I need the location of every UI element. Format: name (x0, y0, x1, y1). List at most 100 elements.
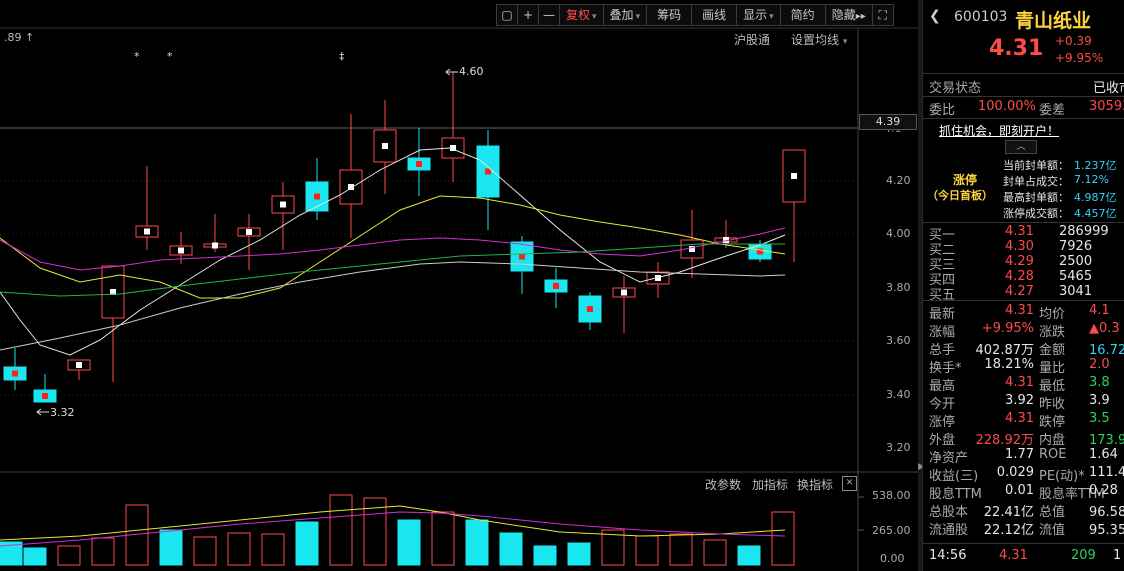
candle[interactable] (339, 114, 363, 238)
quote-value: 3.92 (1005, 393, 1034, 408)
chevron-down-icon: ▾ (635, 12, 641, 22)
volume-bar[interactable] (771, 511, 795, 566)
quote-row: 股息TTM 0.01 股息率TTM 0.28 (923, 483, 1124, 502)
change-params-link[interactable]: 改参数 (705, 476, 741, 493)
quote-label: 总股本 (929, 505, 969, 520)
quote-value: 18.21% (984, 357, 1034, 372)
candle[interactable] (3, 348, 27, 390)
limit-row-value: 4.457亿 (1074, 207, 1117, 220)
chevron-left-icon[interactable]: ❮ (929, 8, 941, 24)
candle[interactable] (782, 149, 806, 262)
volume-bar[interactable] (261, 533, 285, 566)
candle[interactable] (33, 374, 57, 403)
chevron-down-icon: ▾ (592, 12, 597, 22)
kline-chart-area[interactable]: ▢ + — 复权 ▾ 叠加 ▾ 筹码 画线 显示 ▾ 简约 隐藏▸▸ ⛶ .89 ↑ … (0, 0, 918, 571)
jiandan-button[interactable]: 简约 (779, 4, 826, 26)
quote-value: 4.1 (1089, 303, 1110, 318)
zoom-out-button[interactable]: — (538, 4, 560, 26)
trade-status-value: 已收市 (1093, 81, 1124, 96)
quote-panel: ❮ 600103 青山纸业 4.31 +0.39 +9.95% 交易状态 已收市… (922, 0, 1124, 571)
volume-bar[interactable] (703, 539, 727, 566)
volume-bar[interactable] (737, 545, 761, 566)
lock-icon[interactable]: ▢ (496, 4, 518, 26)
collapse-caret-icon[interactable]: ︿ (1005, 140, 1037, 154)
candle[interactable] (544, 268, 568, 308)
quote-label: 最低 (1039, 379, 1066, 394)
candle[interactable] (441, 72, 465, 182)
star-marker[interactable]: * (134, 50, 140, 63)
tick-price: 4.31 (999, 548, 1028, 563)
orderbook-price: 4.31 (1005, 224, 1034, 239)
star-marker[interactable]: * (167, 50, 173, 63)
candle[interactable] (67, 359, 91, 380)
quote-value: 173.95万 (1089, 433, 1124, 448)
chouma-button[interactable]: 筹码 (646, 4, 693, 26)
yincang-button[interactable]: 隐藏▸▸ (824, 4, 873, 26)
volume-bar[interactable] (91, 537, 115, 566)
volume-bar[interactable] (431, 511, 455, 566)
price-tick: 3.80 (886, 281, 911, 294)
volume-bar[interactable] (227, 532, 251, 566)
quote-value: 111.4 (1089, 465, 1124, 480)
xianshi-label: 显示 (743, 8, 768, 22)
limit-row-value: 1.237亿 (1074, 159, 1117, 172)
candle[interactable] (271, 182, 295, 250)
volume-bar[interactable] (193, 536, 217, 566)
volume-bar[interactable] (397, 519, 421, 566)
fullscreen-icon[interactable]: ⛶ (871, 4, 894, 26)
tick-volume: 209 (1071, 548, 1096, 563)
set-ma-label: 设置均线 (791, 33, 840, 47)
volume-bar[interactable] (159, 529, 183, 566)
quote-label: 今开 (929, 397, 956, 412)
candle[interactable] (135, 166, 159, 250)
candle[interactable] (578, 292, 602, 330)
close-icon[interactable]: ✕ (842, 476, 857, 491)
volume-bar[interactable] (669, 533, 693, 566)
grid (0, 127, 858, 449)
volume-bar[interactable] (295, 521, 319, 566)
candle[interactable] (476, 130, 500, 230)
volume-bar[interactable] (57, 545, 81, 566)
volume-ma-line (0, 511, 786, 547)
quote-value: 4.31 (1005, 411, 1034, 426)
volume-tick: 538.00 (872, 489, 911, 502)
candle[interactable] (373, 100, 397, 194)
quote-value: 3.9 (1089, 393, 1110, 408)
zoom-in-button[interactable]: + (517, 4, 539, 26)
orderbook-volume: 3041 (1059, 284, 1093, 299)
diejia-dropdown[interactable]: 叠加 ▾ (602, 4, 648, 26)
candle[interactable] (612, 276, 636, 333)
tick-extra: 1 (1113, 548, 1122, 563)
volume-bar[interactable] (499, 532, 523, 566)
candle[interactable] (407, 128, 431, 196)
set-ma-link[interactable]: 设置均线 ▾ (791, 31, 847, 48)
candle[interactable] (646, 262, 670, 298)
quote-value: 2.0 (1089, 357, 1110, 372)
volume-bar[interactable] (635, 535, 659, 566)
limit-row-value: 7.12% (1074, 173, 1109, 186)
volume-bar[interactable] (533, 545, 557, 566)
huaxian-button[interactable]: 画线 (691, 4, 738, 26)
trade-status-label: 交易状态 (929, 81, 982, 96)
candle[interactable] (203, 214, 227, 252)
info-marker[interactable]: ‡ (339, 50, 345, 63)
limit-row-label: 最高封单额： (1003, 191, 1069, 204)
switch-indicator-link[interactable]: 换指标 (797, 476, 833, 493)
quote-value: +9.95% (981, 321, 1034, 336)
orderbook-volume: 5465 (1059, 269, 1093, 284)
add-indicator-link[interactable]: 加指标 (752, 476, 788, 493)
volume-bar[interactable] (465, 519, 489, 566)
volume-bar[interactable] (329, 494, 353, 566)
volume-bar[interactable] (23, 547, 47, 566)
high-price-label: 4.60 (459, 65, 484, 78)
volume-bar[interactable] (567, 542, 591, 566)
quote-label: 收益(三) (929, 469, 979, 484)
xianshi-dropdown[interactable]: 显示 ▾ (736, 4, 781, 26)
open-account-link[interactable]: 抓住机会，即刻开户！ (939, 122, 1059, 139)
quote-label: 涨幅 (929, 325, 956, 340)
quote-value: 402.87万 (975, 343, 1035, 358)
fuquan-dropdown[interactable]: 复权 ▾ (559, 4, 604, 26)
quote-row: 今开 3.92 昨收 3.9 (923, 393, 1124, 412)
hugutong-link[interactable]: 沪股通 (734, 31, 770, 48)
orderbook-price: 4.30 (1005, 239, 1034, 254)
